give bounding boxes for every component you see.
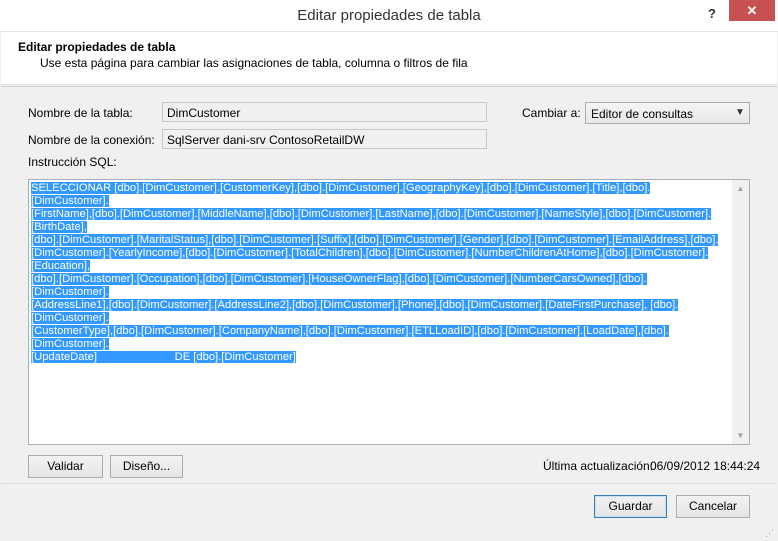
table-name-label: Nombre de la tabla: <box>28 106 133 120</box>
connection-label: Nombre de la conexión: <box>28 133 155 147</box>
cancel-button[interactable]: Cancelar <box>676 495 750 518</box>
validate-button[interactable]: Validar <box>28 455 103 478</box>
last-updated-label: Última actualización: <box>543 459 654 473</box>
sql-line: [FirstName],[dbo].[DimCustomer].[MiddleN… <box>31 208 712 233</box>
sql-line: SELECCIONAR [dbo].[DimCustomer].[Custome… <box>31 182 651 207</box>
chevron-down-icon: ▼ <box>735 107 745 118</box>
help-button[interactable]: ? <box>700 4 724 24</box>
scroll-up-icon[interactable]: ▲ <box>732 180 749 197</box>
sql-line: [UpdateDate] DE [dbo].[DimCustomer] <box>31 351 296 363</box>
design-button[interactable]: Diseño... <box>110 455 183 478</box>
sql-label: Instrucción SQL: <box>28 155 117 169</box>
sql-line: [dbo].[DimCustomer].[MaritalStatus],[dbo… <box>31 234 719 246</box>
title-bar: Editar propiedades de tabla ? ✕ <box>0 0 778 32</box>
scroll-down-icon[interactable]: ▼ <box>732 427 749 444</box>
header-subtitle: Use esta página para cambiar las asignac… <box>40 56 468 70</box>
footer-divider <box>1 483 777 484</box>
last-updated-value: 06/09/2012 18:44:24 <box>650 459 761 473</box>
resize-grip-icon[interactable]: ⋰ <box>765 528 775 538</box>
close-button[interactable]: ✕ <box>729 0 775 21</box>
sql-text: SELECCIONAR [dbo].[DimCustomer].[Custome… <box>31 182 721 364</box>
table-name-field: DimCustomer <box>162 102 487 122</box>
window-title: Editar propiedades de tabla <box>297 7 481 24</box>
header-title: Editar propiedades de tabla <box>18 40 176 54</box>
header-panel: Editar propiedades de tabla Use esta pág… <box>1 32 777 85</box>
header-divider <box>1 86 777 87</box>
sql-line: [DimCustomer].[YearlyIncome],[dbo].[DimC… <box>31 247 709 272</box>
sql-statement-textarea[interactable]: SELECCIONAR [dbo].[DimCustomer].[Custome… <box>28 179 750 445</box>
change-to-label: Cambiar a: <box>522 106 581 120</box>
save-button[interactable]: Guardar <box>594 495 667 518</box>
sql-line: [CustomerType],[dbo].[DimCustomer].[Comp… <box>31 325 669 350</box>
sql-line: [dbo].[DimCustomer].[Occupation],[dbo].[… <box>31 273 647 298</box>
sql-line: [AddressLine1],[dbo].[DimCustomer].[Addr… <box>31 299 679 324</box>
change-to-value: Editor de consultas <box>591 107 694 121</box>
connection-field: SqlServer dani-srv ContosoRetailDW <box>162 129 487 149</box>
vertical-scrollbar[interactable]: ▲ ▼ <box>732 180 749 444</box>
change-to-dropdown[interactable]: Editor de consultas ▼ <box>585 102 750 124</box>
